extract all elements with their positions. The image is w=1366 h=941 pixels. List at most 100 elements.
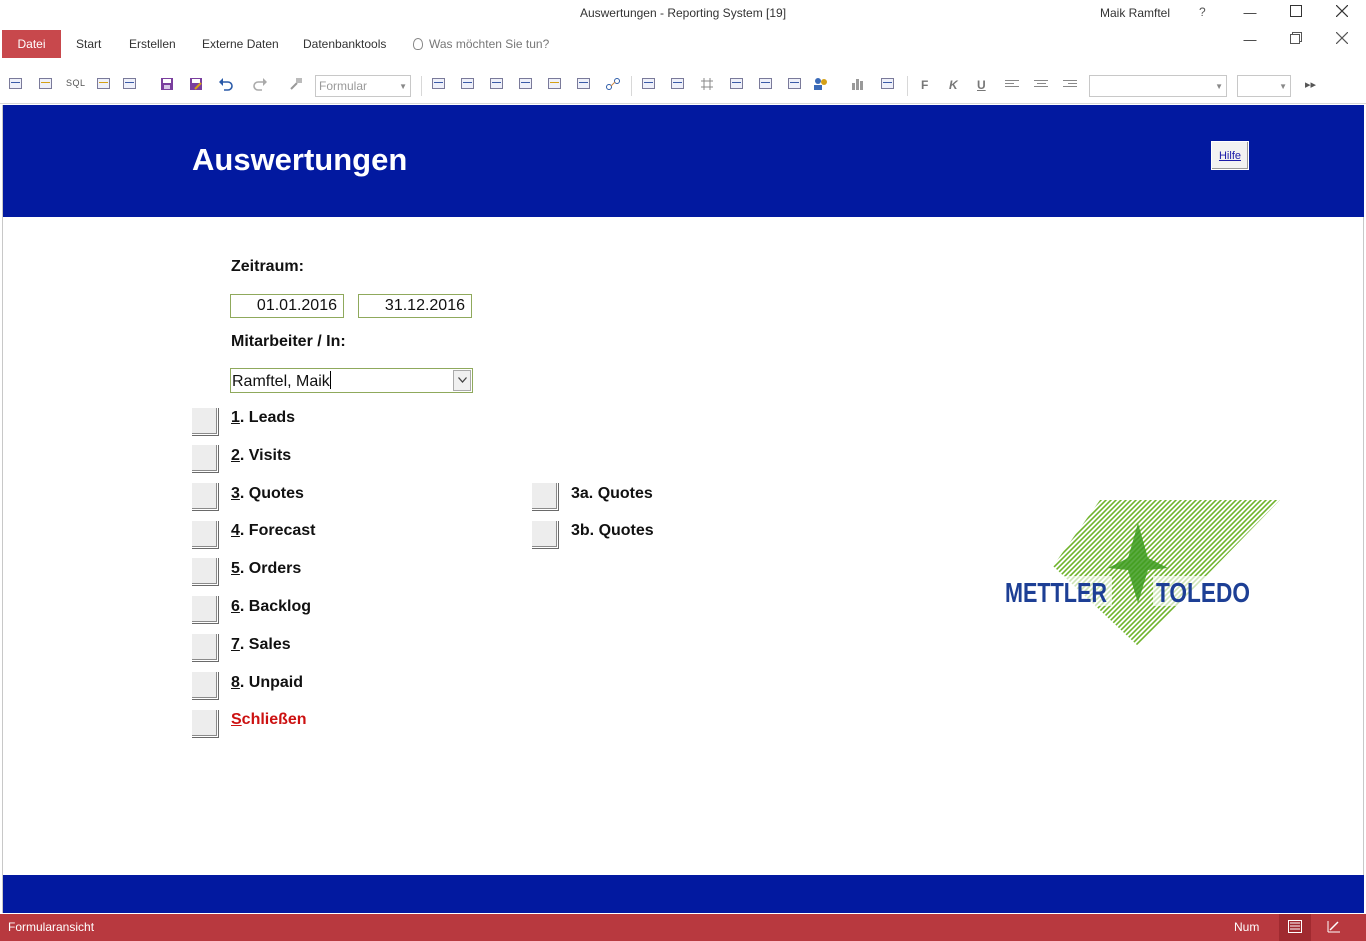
- logo-hatch-line: [1053, 500, 1054, 646]
- bold-button[interactable]: F: [921, 78, 928, 92]
- help-question-button[interactable]: ?: [1199, 5, 1206, 19]
- logo-hatch-line: [998, 498, 1008, 648]
- wizard-icon[interactable]: [787, 77, 803, 91]
- sql-view-button[interactable]: SQL: [66, 78, 86, 88]
- logo-hatch-line: [998, 498, 1003, 648]
- subform-icon[interactable]: [489, 77, 505, 91]
- status-bar: Formularansicht Num: [0, 914, 1366, 941]
- design-view-button[interactable]: [1318, 914, 1350, 941]
- quotes-3b-button[interactable]: [531, 520, 558, 548]
- layout-icon[interactable]: [122, 77, 138, 91]
- quick-toolbar: SQL Formular ▼ F K U ▼ ▼ ▸▸: [0, 66, 1366, 104]
- logo-hatch-line: [1053, 500, 1069, 646]
- orders-label: 5. Orders: [231, 560, 302, 577]
- chevron-down-icon: ▼: [399, 82, 407, 91]
- report-icon[interactable]: [880, 77, 896, 91]
- shape-icon[interactable]: [758, 77, 774, 91]
- undo-icon[interactable]: [218, 77, 234, 91]
- tab-erstellen[interactable]: Erstellen: [129, 30, 176, 58]
- font-name-combo[interactable]: ▼: [1089, 75, 1227, 97]
- more-commands-icon[interactable]: ▸▸: [1305, 78, 1316, 91]
- hash-icon[interactable]: [700, 77, 716, 91]
- form-view-button[interactable]: [1279, 914, 1311, 941]
- close-window-icon[interactable]: [1332, 3, 1352, 23]
- logo-text-right: TOLEDO: [1156, 577, 1250, 608]
- maximize-icon[interactable]: [1286, 3, 1306, 23]
- logo-hatch-line: [1277, 500, 1280, 646]
- align-right-icon[interactable]: [1063, 80, 1077, 90]
- leads-button[interactable]: [191, 407, 218, 435]
- tell-me-search[interactable]: Was möchten Sie tun?: [413, 30, 549, 58]
- chart-icon[interactable]: [851, 77, 867, 91]
- forecast-label: 4. Forecast: [231, 522, 316, 539]
- logo-hatch-line: [1272, 500, 1280, 646]
- align-left-icon[interactable]: [1005, 80, 1019, 90]
- form-footer-icon[interactable]: [518, 77, 534, 91]
- schliessen-button[interactable]: [191, 709, 218, 737]
- underline-button[interactable]: U: [977, 78, 986, 92]
- text-caret: [329, 371, 331, 389]
- quotes-3a-label: 3a. Quotes: [571, 485, 653, 502]
- form-detail-icon[interactable]: [460, 77, 476, 91]
- hilfe-button[interactable]: Hilfe: [1211, 141, 1249, 170]
- user-name[interactable]: Maik Ramftel: [1100, 6, 1170, 20]
- tab-start[interactable]: Start: [76, 30, 101, 58]
- unpaid-button[interactable]: [191, 671, 218, 699]
- combo-dropdown-button[interactable]: [453, 370, 471, 391]
- tab-datenbanktools[interactable]: Datenbanktools: [303, 30, 386, 58]
- font-size-combo[interactable]: ▼: [1237, 75, 1291, 97]
- form-header: Auswertungen Hilfe: [3, 105, 1364, 217]
- mitarbeiter-combo[interactable]: Ramftel, Maik: [230, 368, 473, 393]
- doc-close-icon[interactable]: [1332, 30, 1352, 50]
- save-icon[interactable]: [160, 77, 176, 91]
- visits-button[interactable]: [191, 444, 218, 472]
- italic-button[interactable]: K: [949, 78, 958, 92]
- layout-view-icon[interactable]: [96, 77, 112, 91]
- logo-hatch-line: [1053, 500, 1079, 646]
- object-selector[interactable]: Formular ▼: [315, 75, 411, 97]
- group-icon[interactable]: [670, 77, 686, 91]
- table-icon[interactable]: [729, 77, 745, 91]
- quotes-3a-button[interactable]: [531, 482, 558, 510]
- align-center-icon[interactable]: [1034, 80, 1048, 90]
- logo-text-left: METTLER: [1005, 577, 1107, 608]
- format-painter-icon[interactable]: [289, 77, 305, 91]
- date-from-field[interactable]: 01.01.2016: [230, 294, 344, 318]
- schliessen-label: Schließen: [231, 711, 307, 728]
- forecast-button[interactable]: [191, 520, 218, 548]
- view-mode-text: Formularansicht: [8, 920, 95, 934]
- ribbon-tabs: Datei Start Erstellen Externe Daten Date…: [0, 28, 1366, 60]
- tab-datei[interactable]: Datei: [2, 30, 61, 58]
- logo-hatch-line: [1053, 500, 1074, 646]
- zeitraum-label: Zeitraum:: [231, 258, 304, 275]
- chevron-down-icon: [458, 377, 467, 383]
- logo-hatch-line: [1053, 500, 1124, 646]
- logo-hatch-line: [1242, 500, 1280, 646]
- relationships-icon[interactable]: [605, 77, 621, 91]
- form-header-icon[interactable]: [431, 77, 447, 91]
- new-object-icon[interactable]: [547, 77, 563, 91]
- users-icon[interactable]: [813, 77, 829, 91]
- date-to-field[interactable]: 31.12.2016: [358, 294, 472, 318]
- logo-hatch-line: [1053, 500, 1064, 646]
- quotes-button[interactable]: [191, 482, 218, 510]
- chevron-down-icon: ▼: [1215, 82, 1223, 91]
- tab-externe-daten[interactable]: Externe Daten: [202, 30, 279, 58]
- sales-button[interactable]: [191, 633, 218, 661]
- doc-restore-icon[interactable]: [1286, 30, 1306, 50]
- design-view-icon[interactable]: [38, 77, 54, 91]
- view-icon[interactable]: [8, 77, 24, 91]
- logo-hatch-line: [998, 498, 1018, 648]
- logo-hatch-line: [998, 498, 1038, 648]
- orders-button[interactable]: [191, 557, 218, 585]
- backlog-button[interactable]: [191, 595, 218, 623]
- save-as-icon[interactable]: [189, 77, 205, 91]
- grid-icon[interactable]: [641, 77, 657, 91]
- doc-minimize-icon[interactable]: —: [1240, 30, 1260, 50]
- minimize-icon[interactable]: —: [1240, 3, 1260, 23]
- logo-hatch-line: [1053, 500, 1199, 646]
- design-view-icon: [1327, 921, 1340, 933]
- logo-hatch-line: [1257, 500, 1280, 646]
- page-icon[interactable]: [576, 77, 592, 91]
- redo-icon[interactable]: [252, 77, 268, 91]
